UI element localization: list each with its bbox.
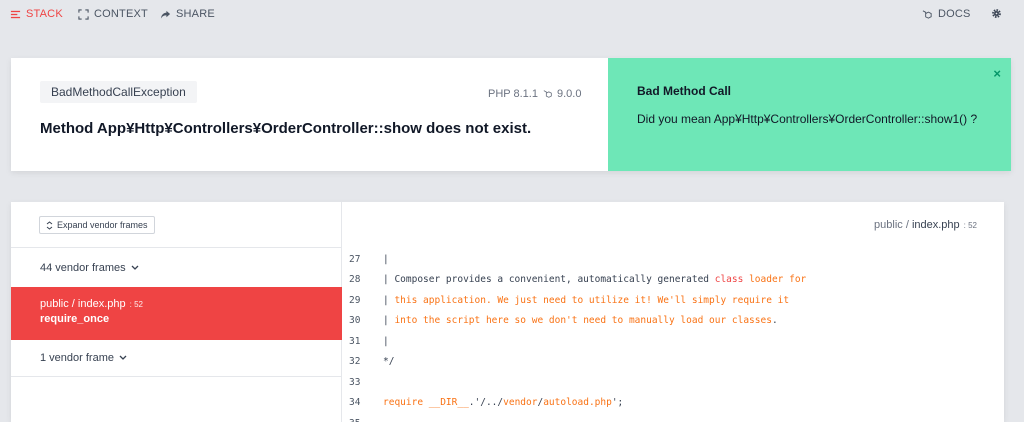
expand-corners-icon xyxy=(78,8,89,20)
code-token: */ xyxy=(383,356,395,367)
code-token: | xyxy=(383,315,395,326)
frame-filename: index.php xyxy=(77,298,126,310)
code-path-line: : 52 xyxy=(963,221,977,230)
line-text: | Composer provides a convenient, automa… xyxy=(383,274,806,285)
frame-function: require_once xyxy=(40,313,110,325)
laravel-version-label: 9.0.0 xyxy=(557,88,582,100)
settings-button[interactable] xyxy=(991,8,1002,19)
line-number: 30 xyxy=(349,315,361,326)
code-token: vendor xyxy=(503,397,538,408)
frame-file: public / index.php : 52 xyxy=(40,298,313,310)
line-number: 27 xyxy=(349,253,361,265)
vendor-frame-group[interactable]: 1 vendor frame xyxy=(40,352,127,364)
gear-icon xyxy=(992,9,1001,18)
line-text: | xyxy=(383,336,389,347)
vendor-frame-group-label: 1 vendor frame xyxy=(40,352,114,364)
code-path-dir: public / xyxy=(874,219,912,231)
expand-vendor-frames-button[interactable]: Expand vendor frames xyxy=(39,216,155,234)
code-token: class xyxy=(714,274,744,285)
code-token: | xyxy=(383,335,389,347)
solution-body: Did you mean App¥Http¥Controllers¥OrderC… xyxy=(637,112,978,126)
code-token: | xyxy=(383,253,389,265)
line-number: 35 xyxy=(343,418,383,422)
code-line: 33 xyxy=(343,372,383,392)
code-path-file: index.php xyxy=(911,219,960,231)
line-text: */ xyxy=(383,356,394,367)
line-number: 31 xyxy=(349,335,361,347)
share-icon xyxy=(160,10,171,19)
docs-label: DOCS xyxy=(938,8,971,20)
tab-stack-label: STACK xyxy=(26,8,63,20)
php-version: PHP 8.1.1 xyxy=(488,88,538,100)
tab-stack[interactable]: STACK xyxy=(10,8,63,20)
code-token: autoload.php xyxy=(543,397,612,408)
code-line: 31 | xyxy=(343,331,389,351)
error-message: Method App¥Http¥Controllers¥OrderControl… xyxy=(40,120,532,137)
chevron-down-icon xyxy=(131,265,139,270)
vendor-frames-group-label: 44 vendor frames xyxy=(40,262,126,274)
line-text: | into the script here so we don't need … xyxy=(383,315,778,326)
expand-arrows-icon xyxy=(46,220,53,230)
expand-vendor-frames-label: Expand vendor frames xyxy=(57,220,148,230)
tab-share[interactable]: SHARE xyxy=(160,8,215,20)
line-text: require __DIR__.'/../vendor/autoload.php… xyxy=(383,397,623,408)
divider xyxy=(11,247,342,248)
code-viewer: public / index.php : 52 27 | 28 | Composer … xyxy=(343,202,1004,422)
top-nav: STACK CONTEXT SHARE DOCS xyxy=(0,0,1024,28)
close-icon[interactable]: × xyxy=(993,66,1001,81)
code-token: | Composer provides a convenient, automa… xyxy=(383,274,715,285)
tab-share-label: SHARE xyxy=(176,8,215,20)
vendor-frames-group[interactable]: 44 vendor frames xyxy=(40,262,139,274)
code-token: require __DIR__ xyxy=(383,397,469,408)
code-token: | xyxy=(383,294,395,306)
line-text: | this application. We just need to util… xyxy=(383,295,789,306)
line-text: | xyxy=(383,254,389,265)
code-token: loader for xyxy=(743,274,807,285)
laravel-version: 9.0.0 xyxy=(543,88,581,100)
code-line: 34 require __DIR__.'/../vendor/autoload.p… xyxy=(343,393,623,413)
code-line: 35 xyxy=(343,413,383,422)
line-number: 32 xyxy=(349,356,361,367)
code-token: into the script here so we don't need to… xyxy=(394,315,772,326)
frame-dir: public / xyxy=(40,298,78,310)
line-number: 33 xyxy=(349,376,361,388)
code-line: 32 */ xyxy=(343,352,394,372)
stack-icon xyxy=(10,10,21,18)
code-token: this application. We just need to utiliz… xyxy=(394,294,790,306)
code-line: 27 | xyxy=(343,249,389,269)
exception-class-badge: BadMethodCallException xyxy=(40,81,197,103)
line-number: 34 xyxy=(349,397,361,408)
divider xyxy=(11,376,342,377)
code-line: 29 | this application. We just need to ut… xyxy=(343,290,789,310)
code-token: '; xyxy=(611,397,624,408)
error-card: BadMethodCallException Method App¥Http¥C… xyxy=(11,58,1011,171)
line-number: 29 xyxy=(349,294,361,306)
code-line: 30 | into the script here so we don't nee… xyxy=(343,311,778,331)
code-file-path[interactable]: public / index.php : 52 xyxy=(874,219,977,231)
line-number: 28 xyxy=(349,274,361,285)
laravel-icon xyxy=(922,9,932,19)
frames-list: Expand vendor frames 44 vendor frames pu… xyxy=(11,202,342,422)
solution-title: Bad Method Call xyxy=(637,84,732,98)
code-token: . xyxy=(771,315,778,326)
active-frame[interactable]: public / index.php : 52 require_once xyxy=(11,287,342,340)
code-line: 28 | Composer provides a convenient, auto… xyxy=(343,270,806,290)
code-token: .'/../ xyxy=(468,397,504,408)
php-version-label: PHP 8.1.1 xyxy=(488,88,538,100)
tab-context-label: CONTEXT xyxy=(94,8,148,20)
chevron-down-icon xyxy=(119,355,127,360)
stack-panel: Expand vendor frames 44 vendor frames pu… xyxy=(11,202,1004,422)
solution-panel: Bad Method Call Did you mean App¥Http¥Co… xyxy=(608,58,1011,171)
laravel-icon xyxy=(543,90,552,98)
docs-link[interactable]: DOCS xyxy=(922,8,971,20)
frame-line: : 52 xyxy=(129,300,143,309)
tab-context[interactable]: CONTEXT xyxy=(78,8,148,20)
